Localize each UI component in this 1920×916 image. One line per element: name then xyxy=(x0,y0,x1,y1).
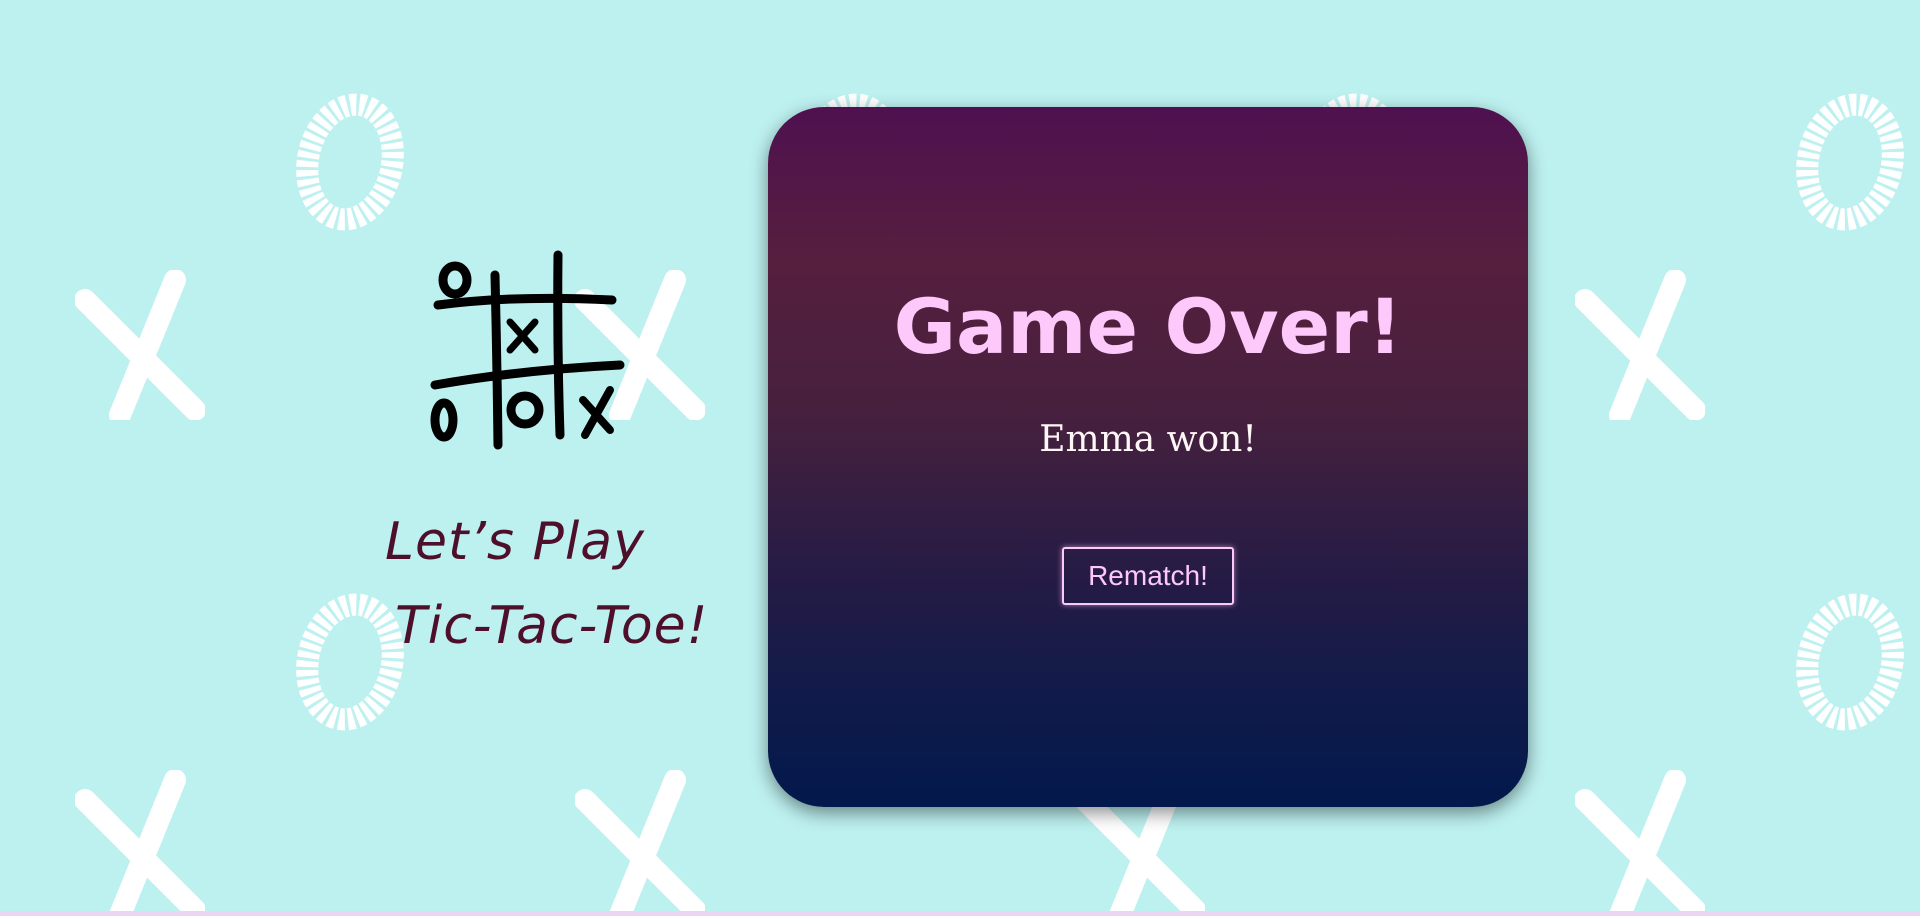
x-pattern-icon xyxy=(75,270,205,420)
game-over-title: Game Over! xyxy=(893,282,1403,371)
bottom-border xyxy=(0,911,1920,916)
o-pattern-icon xyxy=(1796,593,1904,731)
x-pattern-icon xyxy=(575,770,705,911)
tagline: Let’s Play Tic-Tac-Toe! xyxy=(385,500,745,668)
tagline-line-1: Let’s Play xyxy=(385,512,645,572)
tagline-line-2: Tic-Tac-Toe! xyxy=(395,596,709,656)
rematch-button[interactable]: Rematch! xyxy=(1062,547,1234,605)
game-over-card: Game Over! Emma won! Rematch! xyxy=(768,107,1528,807)
x-pattern-icon xyxy=(1575,770,1705,911)
tic-tac-toe-grid-icon xyxy=(430,250,625,450)
o-pattern-icon xyxy=(1796,93,1904,231)
x-pattern-icon xyxy=(1575,270,1705,420)
x-pattern-icon xyxy=(75,770,205,911)
o-pattern-icon xyxy=(296,93,404,231)
winner-message: Emma won! xyxy=(1039,419,1257,460)
